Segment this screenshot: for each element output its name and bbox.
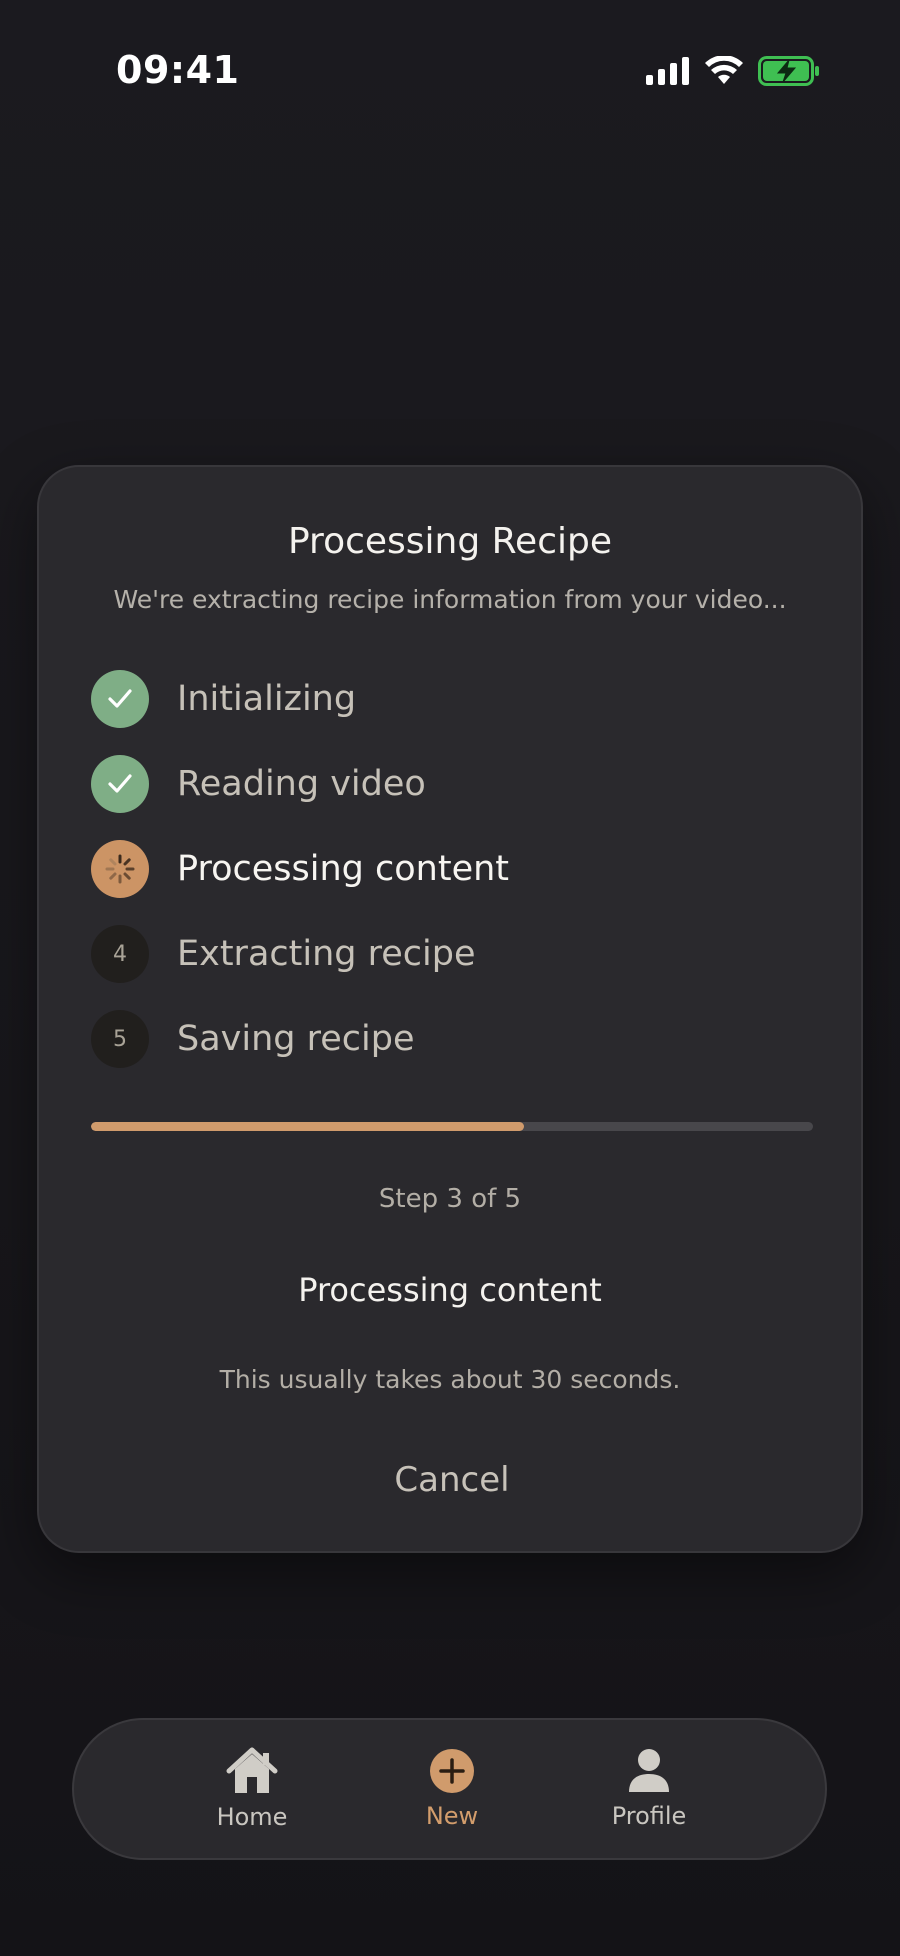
checkmark-icon [108,774,132,793]
plus-circle-icon [430,1749,474,1793]
screen: 09:41 Processing Recipe We're extracting… [0,0,900,1956]
cancel-button[interactable]: Cancel [352,1450,552,1510]
step-number-badge: 5 [91,1010,149,1068]
step-initializing: Initializing [91,669,356,729]
step-number-badge: 4 [91,925,149,983]
person-icon [629,1749,669,1792]
spinner-icon [105,854,135,884]
tab-label: Profile [611,1802,687,1830]
signal-icon [646,57,689,85]
progress-fill [91,1122,525,1131]
step-extracting-recipe: 4 Extracting recipe [91,924,475,984]
battery-charging-icon [758,56,819,86]
step-label: Processing content [177,849,510,889]
step-active-badge [91,840,149,898]
tab-home[interactable]: Home [162,1720,342,1858]
tab-bar: Home New Profile [72,1718,827,1860]
step-done-badge [91,755,149,813]
home-icon [226,1747,278,1793]
step-done-badge [91,670,149,728]
modal-title: Processing Recipe [287,521,613,562]
step-label: Extracting recipe [177,934,476,974]
progress-bar [91,1122,813,1131]
checkmark-icon [108,689,132,708]
eta-text: This usually takes about 30 seconds. [219,1365,681,1394]
step-reading-video: Reading video [91,754,426,814]
status-time: 09:41 [116,48,240,92]
tab-label: Home [216,1803,288,1831]
step-label: Reading video [177,764,426,804]
step-saving-recipe: 5 Saving recipe [91,1009,415,1069]
tab-new[interactable]: New [362,1720,542,1858]
tab-profile[interactable]: Profile [559,1720,739,1858]
wifi-icon [705,56,743,84]
step-label: Saving recipe [177,1019,415,1059]
step-processing-content: Processing content [91,839,509,899]
step-counter: Step 3 of 5 [378,1184,522,1214]
current-step-title: Processing content [298,1271,602,1309]
status-icons [646,56,820,86]
processing-modal: Processing Recipe We're extracting recip… [37,465,863,1553]
modal-subtitle: We're extracting recipe information from… [113,585,787,614]
step-label: Initializing [177,679,357,719]
tab-label: New [425,1802,479,1830]
